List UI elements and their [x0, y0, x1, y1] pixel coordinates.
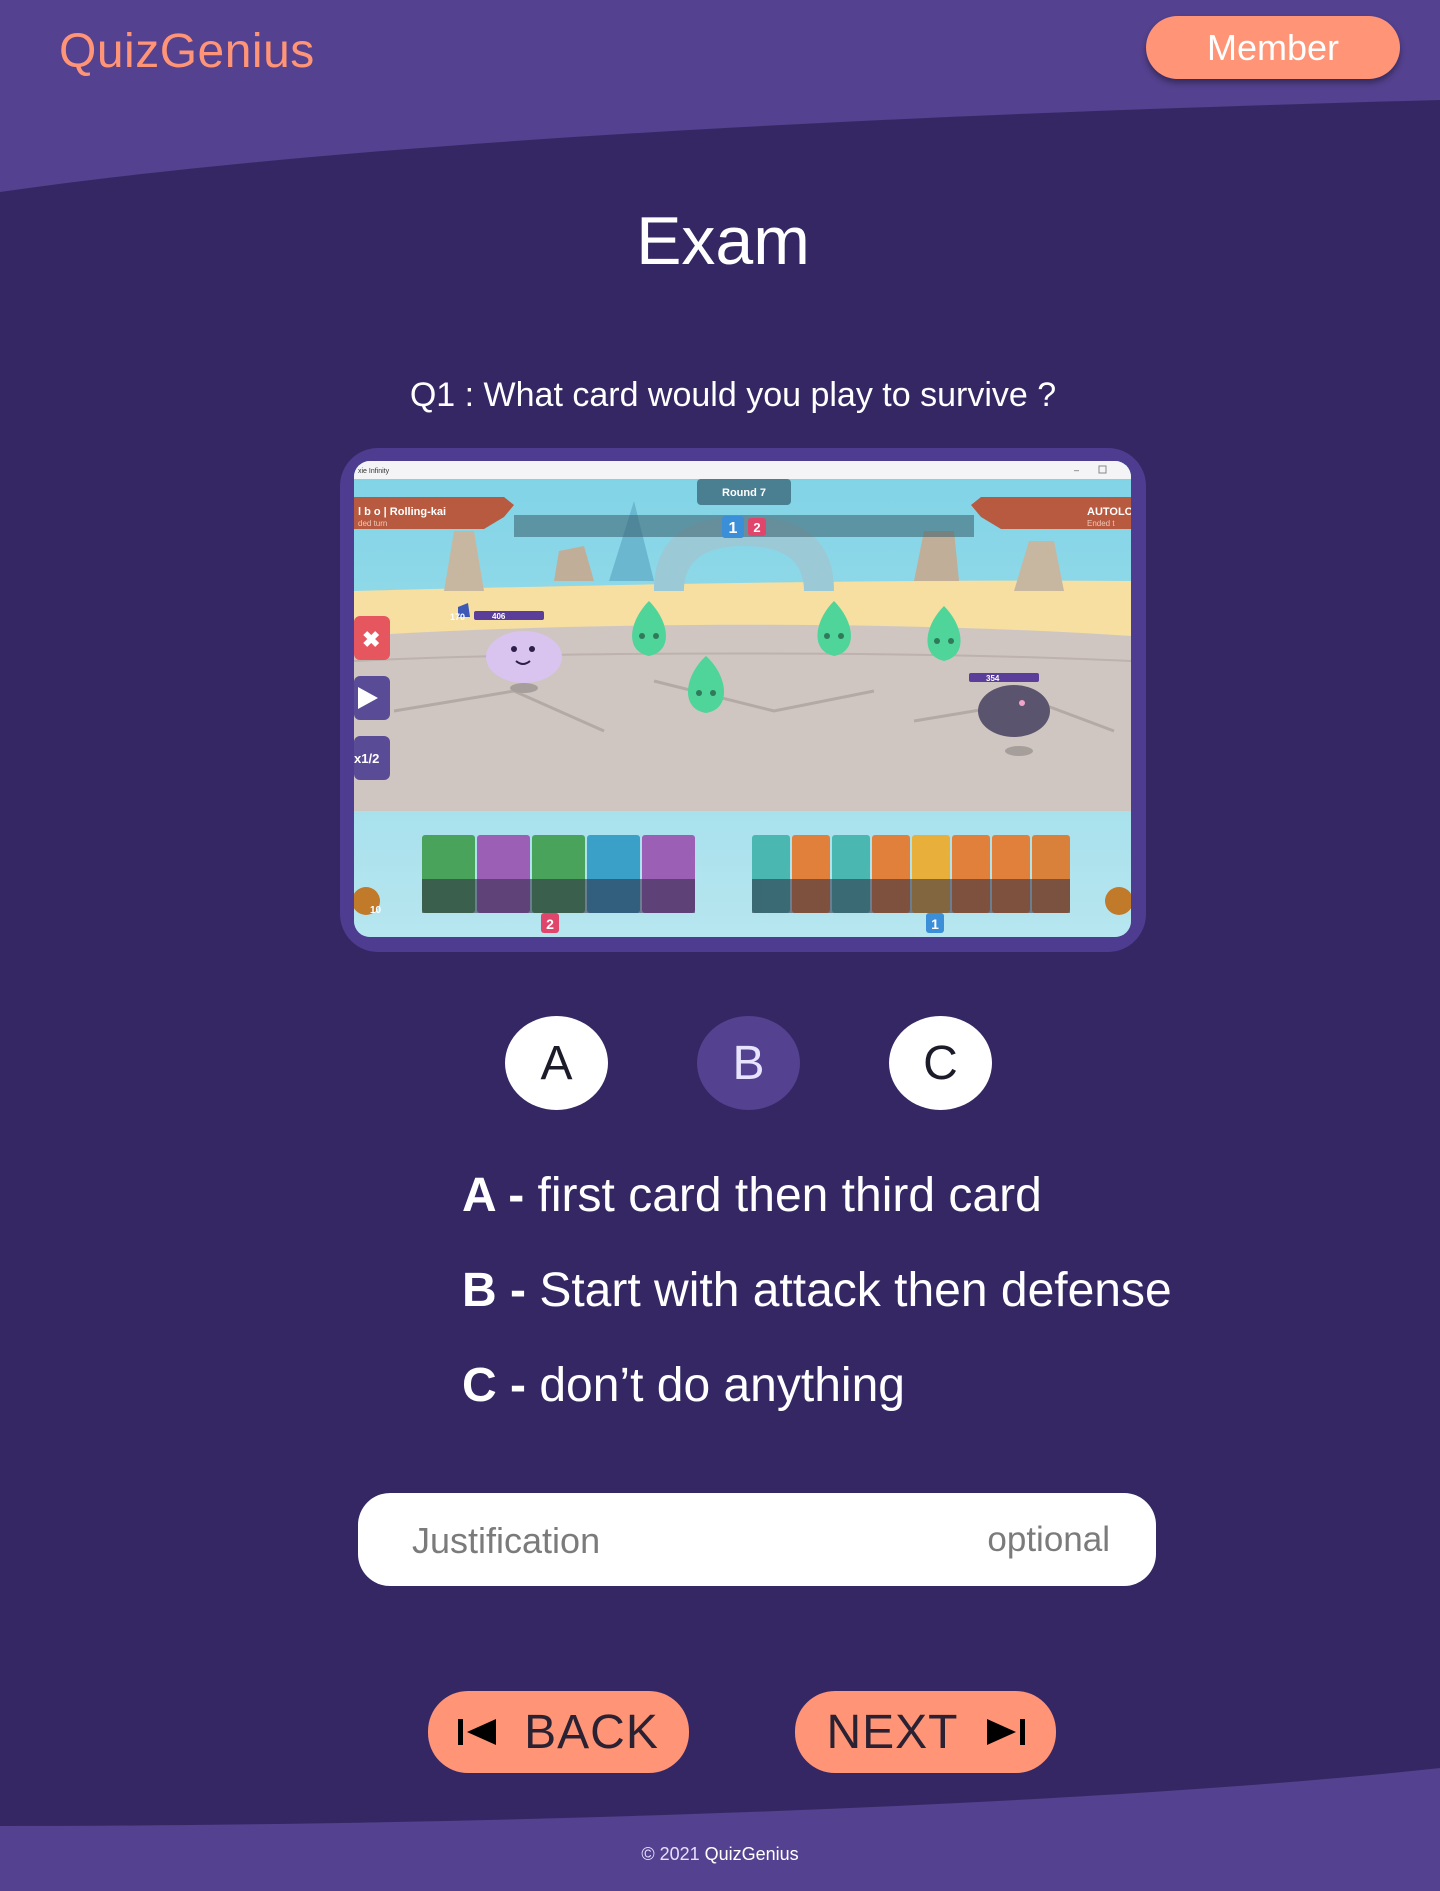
skip-forward-icon — [985, 1717, 1025, 1747]
answer-b: B - Start with attack then defense — [462, 1243, 1172, 1338]
choice-a-button[interactable]: A — [505, 1016, 608, 1110]
svg-text:1: 1 — [931, 916, 939, 932]
window-title: xie Infinity — [358, 468, 390, 475]
footer: © 2021 QuizGenius — [0, 1844, 1440, 1865]
page-title: Exam — [636, 203, 810, 279]
copyright-text: © 2021 — [641, 1844, 700, 1864]
question-image-frame: xie Infinity – l b o | Rolling-kai ded t… — [340, 448, 1146, 952]
answer-choice-group: A B C — [0, 1016, 1440, 1110]
answer-a-text: first card then third card — [537, 1169, 1042, 1222]
answer-b-letter: B - — [462, 1264, 526, 1317]
next-button[interactable]: NEXT — [795, 1691, 1056, 1773]
svg-text:ded turn: ded turn — [358, 519, 387, 528]
svg-text:2: 2 — [753, 520, 760, 535]
svg-text:170: 170 — [450, 612, 465, 622]
next-label: NEXT — [826, 1705, 959, 1759]
justification-box: optional — [358, 1493, 1156, 1588]
answer-a: A - first card then third card — [462, 1148, 1172, 1243]
member-button[interactable]: Member — [1146, 16, 1400, 79]
enemy-axie — [978, 685, 1050, 737]
svg-text:1: 1 — [729, 520, 738, 537]
header: QuizGenius Member — [0, 0, 1440, 110]
svg-text:AUTOLO: AUTOLO — [1087, 506, 1131, 518]
choice-c-button[interactable]: C — [889, 1016, 992, 1110]
svg-text:406: 406 — [492, 612, 506, 621]
answer-c-text: don’t do anything — [539, 1359, 905, 1412]
game-screenshot: xie Infinity – l b o | Rolling-kai ded t… — [354, 461, 1131, 937]
svg-text:Ended t: Ended t — [1087, 519, 1115, 528]
player-axie — [486, 631, 562, 683]
svg-text:x1/2: x1/2 — [354, 751, 379, 766]
back-label: BACK — [524, 1705, 659, 1759]
svg-text:354: 354 — [986, 674, 1000, 683]
skip-back-icon — [458, 1717, 498, 1747]
answer-c: C - don’t do anything — [462, 1338, 1172, 1433]
footer-brand[interactable]: QuizGenius — [705, 1844, 799, 1864]
svg-text:Round 7: Round 7 — [722, 487, 766, 499]
brand-logo[interactable]: QuizGenius — [59, 24, 315, 79]
optional-hint: optional — [987, 1520, 1110, 1559]
window-titlebar — [354, 461, 1131, 479]
answer-a-letter: A - — [462, 1169, 525, 1222]
answer-b-text: Start with attack then defense — [539, 1264, 1172, 1317]
choice-b-button[interactable]: B — [697, 1016, 800, 1110]
justification-input[interactable] — [410, 1493, 954, 1588]
svg-text:✖: ✖ — [362, 627, 380, 652]
svg-text:–: – — [1074, 465, 1079, 475]
question-text: Q1 : What card would you play to survive… — [409, 376, 1057, 414]
answer-list: A - first card then third card B - Start… — [462, 1148, 1172, 1433]
svg-text:10: 10 — [370, 905, 382, 916]
back-button[interactable]: BACK — [428, 1691, 689, 1773]
svg-text:2: 2 — [546, 916, 554, 932]
svg-text:l b o | Rolling-kai: l b o | Rolling-kai — [358, 506, 446, 518]
answer-c-letter: C - — [462, 1359, 526, 1412]
